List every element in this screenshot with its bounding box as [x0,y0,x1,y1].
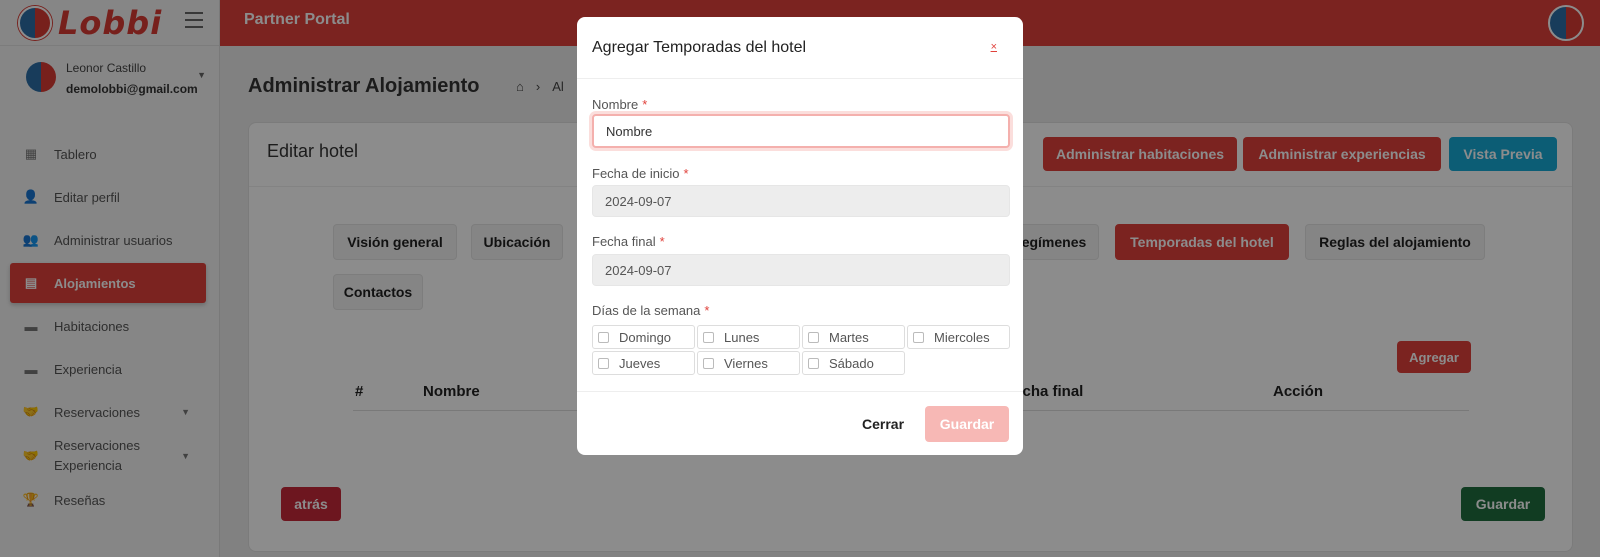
modal-footer: Cerrar Guardar [577,391,1023,455]
modal-save-button[interactable]: Guardar [925,406,1009,442]
day-checkbox-jueves[interactable]: Jueves [592,351,695,375]
day-checkbox-martes[interactable]: Martes [802,325,905,349]
start-date-label: Fecha de inicio * [592,166,689,181]
name-label: Nombre * [592,97,648,112]
days-label: Días de la semana * [592,303,710,318]
start-date-input[interactable]: 2024-09-07 [592,185,1010,217]
day-checkbox-viernes[interactable]: Viernes [697,351,800,375]
day-checkbox-sabado[interactable]: Sábado [802,351,905,375]
end-date-label: Fecha final * [592,234,665,249]
day-checkbox-miercoles[interactable]: Miercoles [907,325,1010,349]
add-season-modal: Agregar Temporadas del hotel × Nombre * N… [577,17,1023,455]
day-checkbox-lunes[interactable]: Lunes [697,325,800,349]
close-button[interactable]: Cerrar [862,416,904,432]
close-icon[interactable]: × [991,41,997,53]
name-input[interactable]: Nombre [592,114,1010,148]
end-date-input[interactable]: 2024-09-07 [592,254,1010,286]
day-checkbox-domingo[interactable]: Domingo [592,325,695,349]
modal-title: Agregar Temporadas del hotel [592,39,807,56]
